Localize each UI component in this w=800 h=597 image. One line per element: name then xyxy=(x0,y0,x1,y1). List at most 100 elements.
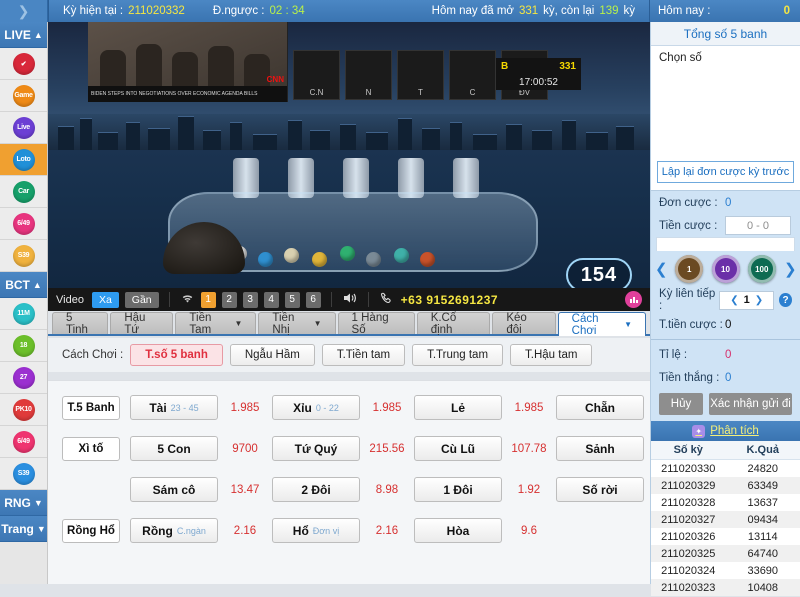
tab-k-c-nh[interactable]: K.Cố định xyxy=(417,312,491,334)
channel-button-4[interactable]: 4 xyxy=(264,292,279,308)
bet-button-label: Tài xyxy=(149,401,166,415)
sidebar-item-loto[interactable]: Loto xyxy=(0,144,47,176)
stepper-increment-icon[interactable]: ❯ xyxy=(755,295,763,306)
bet-cell: Cù Lũ107.78 xyxy=(414,436,556,461)
sidebar-item-11m[interactable]: 11M xyxy=(0,298,47,330)
play-mode-ng-u-h-m[interactable]: Ngẫu Hầm xyxy=(230,344,315,366)
channel-button-5[interactable]: 5 xyxy=(285,292,300,308)
analysis-label: Phân tích xyxy=(710,425,759,437)
play-mode-t-h-u-tam[interactable]: T.Hậu tam xyxy=(510,344,592,366)
sidebar-group-rng[interactable]: RNG▼ xyxy=(0,490,47,516)
bet-money-label: Tiền cược : xyxy=(659,220,725,232)
sidebar-item-27[interactable]: 27 xyxy=(0,362,47,394)
bet-odds: 8.98 xyxy=(360,484,414,496)
result-row: 21102032963349 xyxy=(651,477,800,494)
channel-button-2[interactable]: 2 xyxy=(222,292,237,308)
chip-10[interactable]: 10 xyxy=(712,255,740,283)
number-selection-box[interactable]: Chọn số Lập lại đơn cược kỳ trước xyxy=(651,46,800,191)
sidebar-item-649[interactable]: 6/49 xyxy=(0,208,47,240)
sidebar-item-game[interactable]: Game xyxy=(0,80,47,112)
sidebar-item-bct-s39[interactable]: S39 xyxy=(0,458,47,490)
bet-odds: 9700 xyxy=(218,443,272,455)
speaker-icon[interactable] xyxy=(342,291,358,308)
chevron-down-icon: ▼ xyxy=(314,319,322,328)
confirm-submit-button[interactable]: Xác nhận gửi đi xyxy=(709,393,792,415)
bet-button-l[interactable]: Lẻ xyxy=(414,395,502,420)
chevron-left-icon[interactable]: ❮ xyxy=(655,260,667,278)
tab-h-u-t[interactable]: Hậu Tứ xyxy=(110,312,173,334)
chip-100[interactable]: 100 xyxy=(748,255,776,283)
sidebar-item-s39[interactable]: S39 xyxy=(0,240,47,272)
bet-money-row: Tiền cược : 0 - 0 xyxy=(651,214,800,237)
bet-button-r-ng[interactable]: RồngC.ngàn xyxy=(130,518,218,543)
question-icon[interactable]: ? xyxy=(779,293,792,307)
bet-row-label: Xì tố xyxy=(62,437,120,461)
game-badge-icon: ✔ xyxy=(13,53,35,75)
consecutive-periods-row: Kỳ liên tiếp : ❮ 1 ❯ ? xyxy=(651,287,800,313)
tab-ti-n-nh[interactable]: Tiền Nhị▼ xyxy=(258,312,335,334)
phone-number: +63 9152691237 xyxy=(401,293,498,307)
repeat-last-bet-button[interactable]: Lập lại đơn cược kỳ trước xyxy=(657,161,794,183)
bet-cell: Lẻ1.985 xyxy=(414,395,556,420)
play-mode-t-trung-tam[interactable]: T.Trung tam xyxy=(412,344,503,366)
analysis-link[interactable]: ✦ Phân tích xyxy=(651,421,800,441)
chevron-right-icon[interactable]: ❯ xyxy=(784,260,796,278)
tab-c-ch-ch-i[interactable]: Cách Chơi▼ xyxy=(558,312,646,336)
bet-button-h-a[interactable]: Hòa xyxy=(414,518,502,543)
bet-row-label: T.5 Banh xyxy=(62,396,120,420)
bet-button-c-l[interactable]: Cù Lũ xyxy=(414,436,502,461)
opened-periods-info: Hôm nay đã mở 331 kỳ, còn lại 139 kỳ xyxy=(319,0,649,22)
bet-button-t-qu[interactable]: Tứ Quý xyxy=(272,436,360,461)
stepper-decrement-icon[interactable]: ❮ xyxy=(730,295,738,306)
sidebar-item-bct-649[interactable]: 6/49 xyxy=(0,426,47,458)
consecutive-stepper[interactable]: ❮ 1 ❯ xyxy=(719,291,774,310)
sidebar-item-car[interactable]: Car xyxy=(0,176,47,208)
bet-button-s-r-i[interactable]: Số rời xyxy=(556,477,644,502)
camera-tile: C.N xyxy=(293,50,340,100)
video-badge: B 331 xyxy=(496,58,581,74)
bar-chart-icon[interactable] xyxy=(625,291,642,308)
bet-button-s-m-c[interactable]: Sám cô xyxy=(130,477,218,502)
chevron-right-icon[interactable]: ❯ xyxy=(0,0,48,22)
bet-row-label xyxy=(62,478,120,502)
ratio-row: Tỉ lệ : 0 xyxy=(651,343,800,366)
sidebar-item-check[interactable]: ✔ xyxy=(0,48,47,80)
sidebar-group-bct[interactable]: BCT▲ xyxy=(0,272,47,298)
tab-label: Kéo đôi xyxy=(506,312,541,336)
bet-button-label: Xỉu xyxy=(293,401,312,415)
live-video-stream[interactable]: CNN BIDEN STEPS INTO NEGOTIATIONS OVER E… xyxy=(48,22,650,288)
sidebar-item-live[interactable]: Live xyxy=(0,112,47,144)
bet-money-input[interactable]: 0 - 0 xyxy=(725,216,791,235)
video-quality-near-button[interactable]: Gần xyxy=(125,292,159,308)
bet-button-1-i[interactable]: 1 Đôi xyxy=(414,477,502,502)
cancel-button[interactable]: Hủy xyxy=(659,393,703,415)
sidebar-item-pk10[interactable]: PK10 xyxy=(0,394,47,426)
bet-button-label: Số rời xyxy=(582,483,617,497)
bet-button-t-i[interactable]: Tài23 - 45 xyxy=(130,395,218,420)
sidebar-group-label: BCT xyxy=(5,278,30,292)
channel-button-6[interactable]: 6 xyxy=(306,292,321,308)
channel-button-1[interactable]: 1 xyxy=(201,292,216,308)
tab-k-o-i[interactable]: Kéo đôi xyxy=(492,312,555,334)
play-mode-t-ti-n-tam[interactable]: T.Tiền tam xyxy=(322,344,405,366)
bet-button-s-nh[interactable]: Sảnh xyxy=(556,436,644,461)
tab-1-h-ng-s[interactable]: 1 Hàng Số xyxy=(338,312,415,334)
bet-button-5-con[interactable]: 5 Con xyxy=(130,436,218,461)
bet-button-sublabel: Đơn vị xyxy=(313,526,339,536)
bet-button-h[interactable]: HổĐơn vị xyxy=(272,518,360,543)
bet-button-ch-n[interactable]: Chẵn xyxy=(556,395,644,420)
tab-5-tinh[interactable]: 5 Tinh xyxy=(52,312,108,334)
tab-ti-n-tam[interactable]: Tiền Tam▼ xyxy=(175,312,256,334)
channel-button-3[interactable]: 3 xyxy=(243,292,258,308)
bet-button-2-i[interactable]: 2 Đôi xyxy=(272,477,360,502)
sidebar-item-18[interactable]: 18 xyxy=(0,330,47,362)
game-tab-bar: 5 TinhHậu TứTiền Tam▼Tiền Nhị▼1 Hàng SốK… xyxy=(48,311,650,336)
bet-button-x-u[interactable]: Xỉu0 - 22 xyxy=(272,395,360,420)
sidebar-group-trang[interactable]: Trang▼ xyxy=(0,516,47,542)
bet-cell: Xỉu0 - 221.985 xyxy=(272,395,414,420)
play-mode-t-s-5-banh[interactable]: T.số 5 banh xyxy=(130,344,223,366)
bet-button-label: 1 Đôi xyxy=(443,483,472,497)
chip-1[interactable]: 1 xyxy=(675,255,703,283)
video-quality-far-button[interactable]: Xa xyxy=(92,292,119,308)
sidebar-group-live[interactable]: LIVE▲ xyxy=(0,22,47,48)
